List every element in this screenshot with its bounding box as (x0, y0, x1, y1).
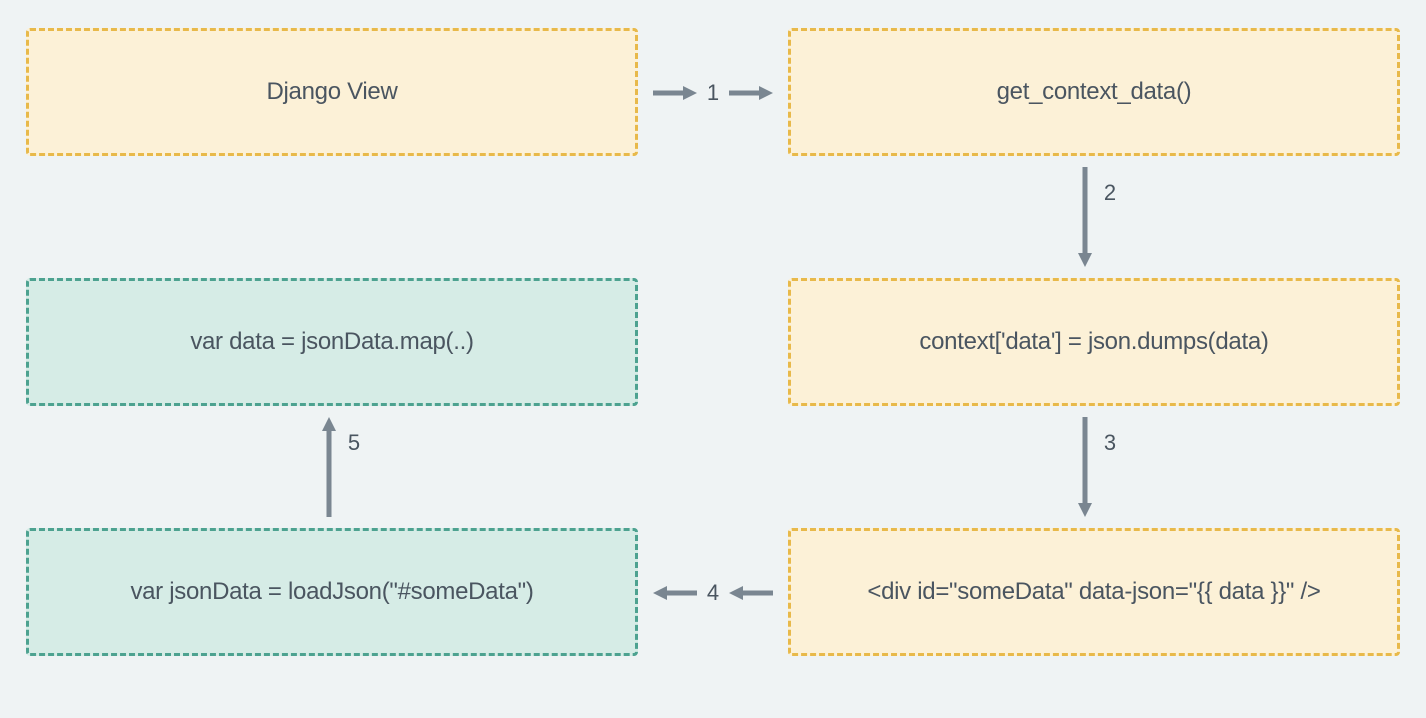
box-label: var jsonData = loadJson("#someData") (130, 578, 533, 606)
arrow-left-icon (653, 584, 697, 602)
box-load-json: var jsonData = loadJson("#someData") (26, 528, 638, 656)
arrow-down-icon (1076, 167, 1094, 267)
box-label: var data = jsonData.map(..) (190, 328, 473, 356)
arrow-5: 5 (312, 412, 372, 522)
box-map-data: var data = jsonData.map(..) (26, 278, 638, 406)
arrow-label: 4 (703, 580, 723, 606)
box-label: get_context_data() (997, 78, 1192, 106)
arrow-right-icon (729, 84, 773, 102)
arrow-2: 2 (1068, 162, 1128, 272)
arrow-down-icon (1076, 417, 1094, 517)
arrow-4: 4 (638, 578, 788, 608)
box-label: Django View (266, 78, 397, 106)
arrow-3: 3 (1068, 412, 1128, 522)
arrow-label: 3 (1100, 430, 1120, 456)
arrow-up-icon (320, 417, 338, 517)
arrow-left-icon (729, 584, 773, 602)
arrow-right-icon (653, 84, 697, 102)
arrow-label: 2 (1100, 180, 1120, 206)
arrow-label: 5 (344, 430, 364, 456)
box-label: <div id="someData" data-json="{{ data }}… (867, 578, 1320, 606)
box-get-context: get_context_data() (788, 28, 1400, 156)
arrow-1: 1 (638, 78, 788, 108)
box-context-dump: context['data'] = json.dumps(data) (788, 278, 1400, 406)
box-label: context['data'] = json.dumps(data) (919, 328, 1268, 356)
arrow-label: 1 (703, 80, 723, 106)
box-django-view: Django View (26, 28, 638, 156)
box-div-template: <div id="someData" data-json="{{ data }}… (788, 528, 1400, 656)
